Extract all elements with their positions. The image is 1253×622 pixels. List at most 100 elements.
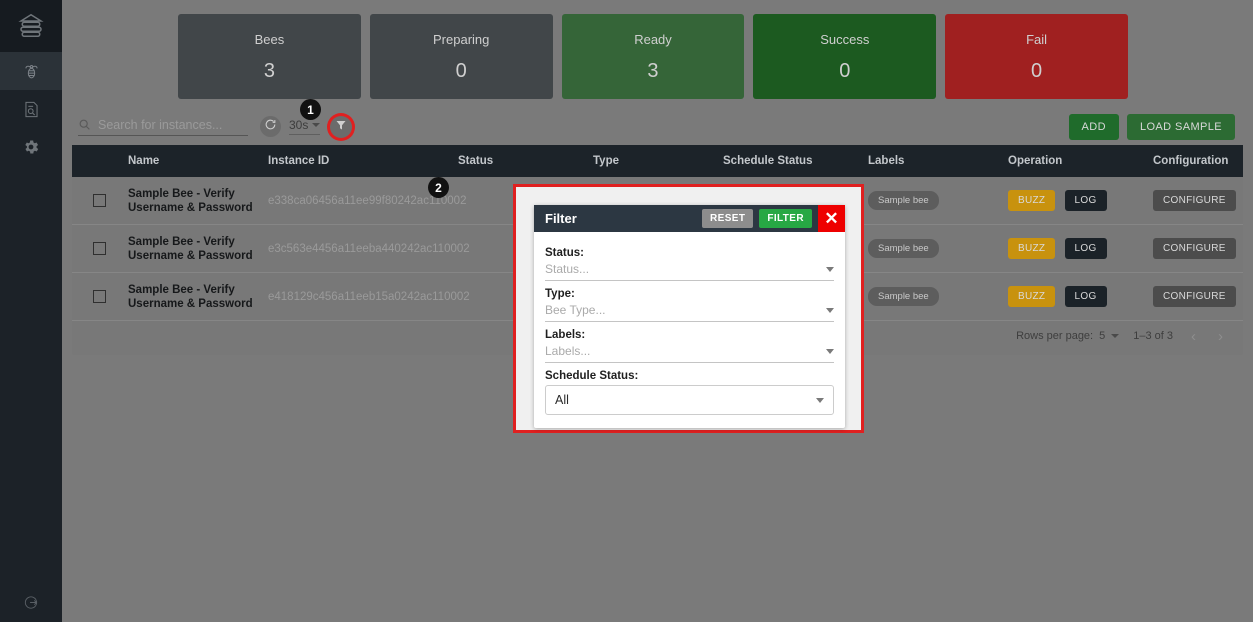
status-card-preparing[interactable]: Preparing 0 <box>369 14 553 99</box>
filter-dialog: Filter RESET FILTER ✕ Status: Status... … <box>534 205 845 428</box>
cell-operation: BUZZ LOG <box>1008 286 1153 307</box>
search-input[interactable] <box>98 117 238 132</box>
row-checkbox[interactable] <box>93 194 106 207</box>
th-type: Type <box>593 155 619 167</box>
cell-instance-id: e338ca06456a11ee99f80242ac110002 <box>268 194 467 207</box>
labels-field[interactable]: Labels... <box>545 344 834 363</box>
chevron-down-icon <box>1111 334 1120 338</box>
status-field-placeholder: Status... <box>545 262 590 276</box>
schedule-status-field-label: Schedule Status: <box>545 370 639 382</box>
chevron-down-icon <box>826 348 834 354</box>
row-select-cell <box>72 194 128 207</box>
sidebar <box>0 0 62 622</box>
th-instance-id: Instance ID <box>268 155 330 167</box>
buzz-button[interactable]: BUZZ <box>1008 190 1056 211</box>
sidebar-item-logs[interactable] <box>0 90 62 128</box>
filter-dialog-title: Filter <box>545 211 577 226</box>
rows-per-page[interactable]: Rows per page: 5 <box>1016 330 1120 342</box>
th-labels: Labels <box>868 155 905 167</box>
cell-instance-id: e3c563e4456a11eeba440242ac110002 <box>268 242 470 255</box>
filter-dialog-highlight: Filter RESET FILTER ✕ Status: Status... … <box>513 184 864 433</box>
status-field[interactable]: Status... <box>545 262 834 281</box>
configure-button[interactable]: CONFIGURE <box>1153 238 1236 259</box>
th-status: Status <box>458 155 494 167</box>
refresh-interval-select[interactable]: 30s <box>289 118 321 135</box>
table-toolbar: 30s ADD LOAD SAMPLE <box>72 108 1243 145</box>
type-field[interactable]: Bee Type... <box>545 303 834 322</box>
cell-name: Sample Bee - Verify Username & Password <box>128 283 253 310</box>
card-label: Fail <box>1026 31 1048 47</box>
card-label: Preparing <box>433 31 490 47</box>
refresh-interval-value: 30s <box>289 118 309 132</box>
chevron-down-icon <box>826 266 834 272</box>
status-field-label: Status: <box>545 247 584 259</box>
main-content: Bees 3 Preparing 0 Ready 3 Success 0 Fai… <box>62 0 1253 622</box>
buzz-button[interactable]: BUZZ <box>1008 238 1056 259</box>
cell-labels: Sample bee <box>868 239 1008 258</box>
beehive-logo <box>0 0 62 52</box>
chevron-left-icon[interactable]: ‹ <box>1187 328 1200 345</box>
cell-labels: Sample bee <box>868 191 1008 210</box>
sidebar-item-settings[interactable] <box>0 128 62 166</box>
row-checkbox[interactable] <box>93 242 106 255</box>
log-button[interactable]: LOG <box>1064 190 1107 211</box>
status-card-bees[interactable]: Bees 3 <box>178 14 361 99</box>
configure-button[interactable]: CONFIGURE <box>1153 190 1236 211</box>
load-sample-button[interactable]: LOAD SAMPLE <box>1126 113 1235 140</box>
refresh-button[interactable] <box>260 116 281 137</box>
status-card-ready[interactable]: Ready 3 <box>561 14 745 99</box>
status-cards: Bees 3 Preparing 0 Ready 3 Success 0 Fai… <box>178 14 1128 99</box>
search-field[interactable] <box>78 117 248 136</box>
row-checkbox[interactable] <box>93 290 106 303</box>
status-card-fail[interactable]: Fail 0 <box>945 14 1128 99</box>
beehive-icon <box>16 11 46 41</box>
logout-icon <box>23 594 40 611</box>
cell-name: Sample Bee - Verify Username & Password <box>128 187 253 214</box>
filter-dialog-body: Status: Status... Type: Bee Type... Labe… <box>534 232 845 428</box>
close-icon[interactable]: ✕ <box>818 205 845 232</box>
chevron-down-icon <box>816 397 824 403</box>
row-select-cell <box>72 242 128 255</box>
annotation-badge-1: 1 <box>300 99 321 120</box>
filter-dialog-header: Filter RESET FILTER ✕ <box>534 205 845 232</box>
filter-toolbar-button-wrap <box>330 115 353 138</box>
cell-name: Sample Bee - Verify Username & Password <box>128 235 253 262</box>
th-configuration: Configuration <box>1153 155 1229 167</box>
search-icon <box>78 118 91 131</box>
buzz-button[interactable]: BUZZ <box>1008 286 1056 307</box>
card-value: 0 <box>839 59 851 82</box>
pagination-range: 1–3 of 3 <box>1133 330 1173 342</box>
filter-toolbar-button[interactable] <box>330 115 353 138</box>
labels-field-placeholder: Labels... <box>545 344 591 358</box>
status-card-success[interactable]: Success 0 <box>753 14 937 99</box>
cell-operation: BUZZ LOG <box>1008 190 1153 211</box>
chevron-right-icon[interactable]: › <box>1214 328 1227 345</box>
gear-icon <box>22 138 40 156</box>
label-chip: Sample bee <box>868 287 939 306</box>
rows-per-page-value: 5 <box>1099 330 1106 342</box>
type-field-placeholder: Bee Type... <box>545 303 606 317</box>
log-search-icon <box>22 100 41 119</box>
label-chip: Sample bee <box>868 191 939 210</box>
cell-configuration: CONFIGURE <box>1153 286 1250 307</box>
schedule-status-value: All <box>555 393 569 407</box>
filter-apply-button[interactable]: FILTER <box>759 209 812 228</box>
reset-button[interactable]: RESET <box>702 209 754 228</box>
card-value: 0 <box>455 59 467 82</box>
label-chip: Sample bee <box>868 239 939 258</box>
log-button[interactable]: LOG <box>1064 286 1107 307</box>
sidebar-item-logout[interactable] <box>0 582 62 622</box>
cell-operation: BUZZ LOG <box>1008 238 1153 259</box>
cell-configuration: CONFIGURE <box>1153 190 1250 211</box>
card-label: Success <box>820 31 870 47</box>
type-field-label: Type: <box>545 288 575 300</box>
table-header-row: Name Instance ID Status Type Schedule St… <box>72 145 1243 177</box>
th-schedule-status: Schedule Status <box>723 155 813 167</box>
add-button[interactable]: ADD <box>1068 113 1119 140</box>
log-button[interactable]: LOG <box>1064 238 1107 259</box>
configure-button[interactable]: CONFIGURE <box>1153 286 1236 307</box>
app-root: Bees 3 Preparing 0 Ready 3 Success 0 Fai… <box>0 0 1253 622</box>
schedule-status-field[interactable]: All <box>545 385 834 415</box>
sidebar-item-bees[interactable] <box>0 52 62 90</box>
card-value: 3 <box>647 59 659 82</box>
